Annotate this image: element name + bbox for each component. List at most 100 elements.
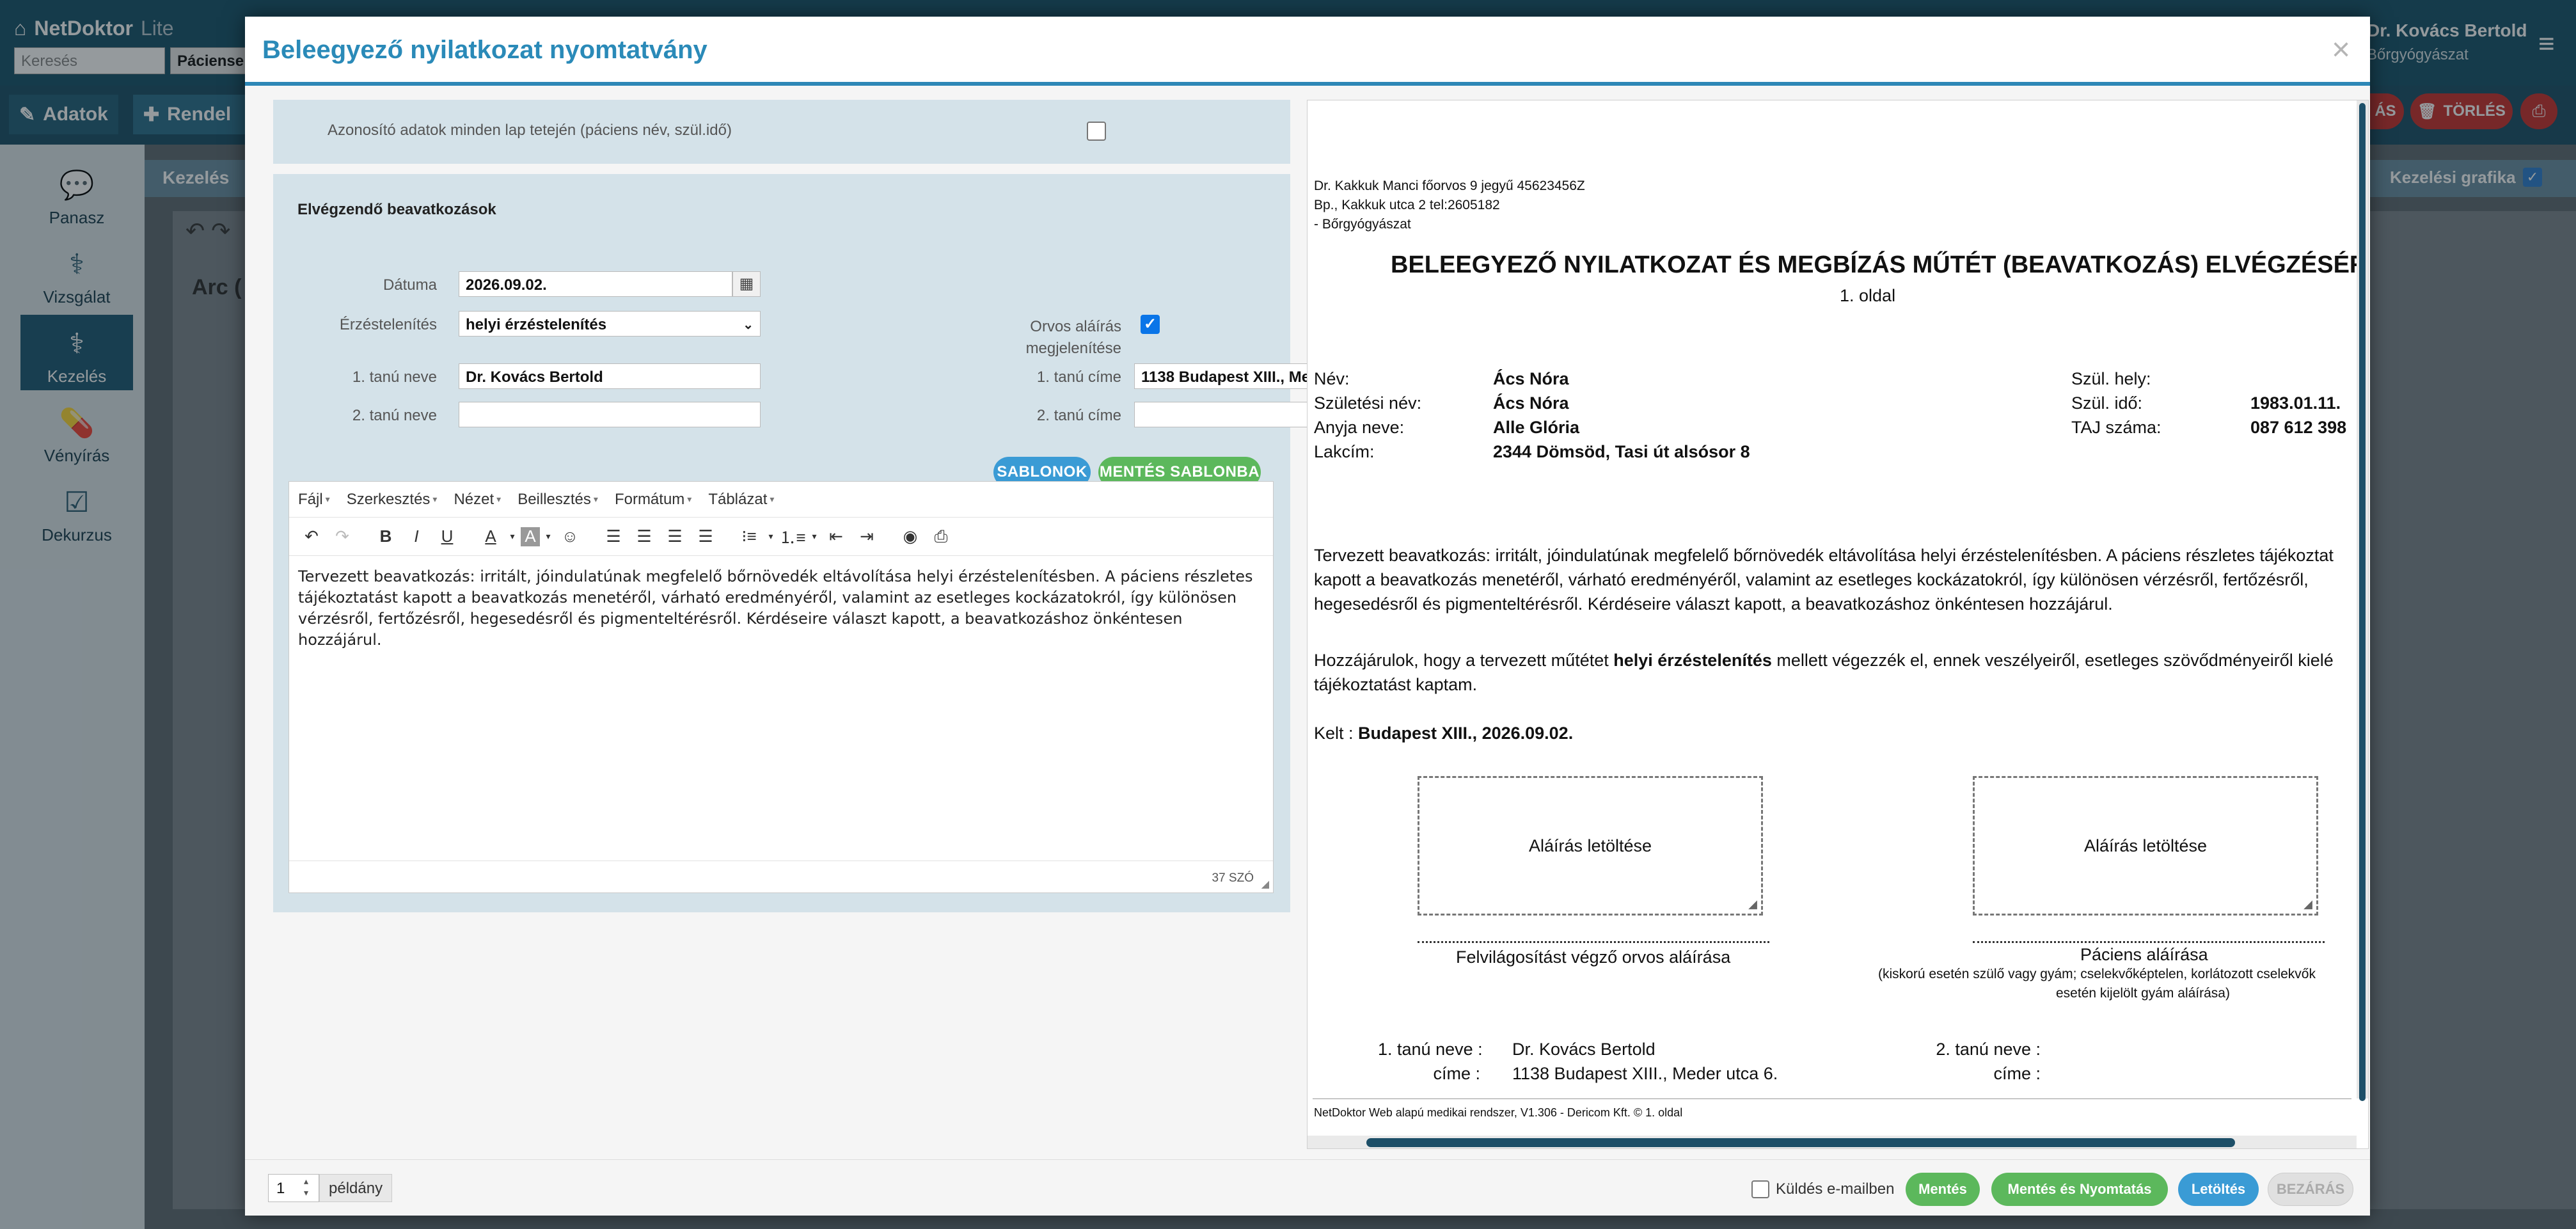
witness1-name-input[interactable]: Dr. Kovács Bertold (459, 363, 761, 389)
patient-name: Ács Nóra (1493, 369, 1569, 388)
menu-edit-label: Szerkesztés (346, 490, 431, 508)
outdent-icon[interactable]: ⇤ (823, 523, 849, 550)
bullet-list-icon[interactable]: ⁝≡ (736, 523, 763, 550)
redo-icon[interactable]: ↷ (329, 523, 356, 550)
consent-modal: Beleegyező nyilatkozat nyomtatvány × Azo… (245, 17, 2370, 1216)
menu-table[interactable]: Táblázat ▾ (708, 491, 774, 509)
witness2-name-label: 2. tanú neve (352, 407, 437, 424)
email-label: Küldés e-mailben (1776, 1180, 1895, 1198)
doctor-signature-label-line2: megjelenítése (1025, 340, 1121, 357)
witness1-name: Dr. Kovács Bertold (1512, 1040, 1655, 1059)
word-count: 37 SZÓ (1212, 871, 1254, 885)
modal-title: Beleegyező nyilatkozat nyomtatvány (262, 36, 707, 64)
align-left-icon[interactable]: ☰ (600, 523, 627, 550)
taj-number: 087 612 398 (2250, 418, 2347, 437)
patient-signature-download: Aláírás letöltése (2083, 836, 2208, 855)
menu-file-label: Fájl (298, 490, 323, 508)
kelt-value: Budapest XIII., 2026.09.02. (1358, 724, 1574, 743)
menu-format-label: Formátum (614, 490, 685, 508)
page-label: 1. oldal (1840, 286, 1896, 305)
chevron-down-icon[interactable]: ▾ (508, 523, 517, 550)
date-input[interactable]: 2026.09.02. (459, 271, 732, 297)
patient-signature-line (1973, 941, 2325, 943)
id-header-option: Azonosító adatok minden lap tetején (pác… (273, 100, 1290, 164)
download-button[interactable]: Letöltés (2178, 1173, 2259, 1206)
align-right-icon[interactable]: ☰ (661, 523, 688, 550)
undo-icon[interactable]: ↶ (298, 523, 325, 550)
email-checkbox[interactable] (1751, 1180, 1769, 1198)
section-title: Elvégzendő beavatkozások (297, 201, 496, 218)
chevron-down-icon[interactable]: ▾ (810, 523, 819, 550)
close-icon[interactable]: × (2332, 31, 2350, 68)
doctor-signature-caption: Felvilágosítást végző orvos aláírása (1456, 948, 1731, 967)
copies-label: példány (319, 1174, 393, 1202)
bold-icon[interactable]: B (372, 523, 399, 550)
indent-icon[interactable]: ⇥ (853, 523, 880, 550)
chevron-down-icon: ▾ (687, 494, 692, 504)
close-button[interactable]: BEZÁRÁS (2268, 1173, 2353, 1206)
resize-handle-icon: ◢ (2303, 898, 2312, 910)
editor-content[interactable]: Tervezett beavatkozás: irritált, jóindul… (298, 566, 1264, 651)
procedure-text-line3: hegesedésről és pigmentеltérésről. Kérdé… (1314, 594, 2113, 614)
birth-place-label: Szül. hely: (2071, 369, 2151, 388)
preview-horizontal-scroll-thumb[interactable] (1366, 1138, 2235, 1147)
document-title: BELEEGYEZŐ NYILATKOZAT ÉS MEGBÍZÁS MŰTÉT… (1391, 251, 2369, 278)
editor-toolbar: ↶ ↷ B I U A ▾ A ▾ ☺ ☰ ☰ ☰ ☰ ⁝≡ ▾ ⒈≡ ▾ ⇤ … (289, 518, 1273, 556)
preview-icon[interactable]: ◉ (897, 523, 924, 550)
birth-name-label: Születési név: (1314, 393, 1422, 413)
menu-view[interactable]: Nézet ▾ (454, 491, 501, 509)
save-and-print-button[interactable]: Mentés és Nyomtatás (1991, 1173, 2168, 1206)
witness2-address-label: 2. tanú címe (1036, 407, 1121, 424)
underline-icon[interactable]: U (434, 523, 461, 550)
witness1-address: 1138 Budapest XIII., Meder utca 6. (1512, 1064, 1778, 1083)
preview-vertical-scroll-thumb[interactable] (2359, 103, 2366, 1101)
chevron-down-icon: ▾ (432, 494, 438, 504)
menu-view-label: Nézet (454, 490, 494, 508)
stepper-icon[interactable]: ▴ ▾ (304, 1175, 308, 1198)
kelt-label: Kelt : (1314, 724, 1359, 743)
witness1-address-label: címe : (1433, 1064, 1480, 1083)
print-icon[interactable]: ⎙ (928, 523, 954, 550)
anesthesia-select[interactable]: helyi érzéstelenítés ⌄ (459, 311, 761, 337)
numbered-list-icon[interactable]: ⒈≡ (779, 523, 806, 550)
menu-edit[interactable]: Szerkesztés ▾ (347, 491, 438, 509)
text-color-icon[interactable]: A (477, 523, 504, 550)
doctor-header-line1: Dr. Kakkuk Manci főorvos 9 jegyű 4562345… (1314, 178, 1585, 193)
menu-insert[interactable]: Beillesztés ▾ (518, 491, 598, 509)
chevron-down-icon: ▾ (325, 494, 330, 504)
menu-file[interactable]: Fájl ▾ (298, 491, 330, 509)
patient-signature-caption: Páciens aláírása (2080, 945, 2208, 964)
resize-handle-icon[interactable]: ◢ (1261, 878, 1269, 891)
modal-footer: 1 ▴ ▾ példány Küldés e-mailben Mentés Men… (245, 1159, 2370, 1216)
id-header-checkbox[interactable] (1087, 122, 1106, 141)
witness2-name-label: 2. tanú neve : (1936, 1040, 2041, 1059)
patient-signature-note-line2: esetén kijelölt gyám aláírása) (2056, 986, 2230, 1001)
date-label: Dátuma (383, 276, 437, 294)
birth-date: 1983.01.11. (2250, 393, 2341, 413)
align-center-icon[interactable]: ☰ (631, 523, 658, 550)
procedure-text-line1: Tervezett beavatkozás: irritált, jóindul… (1314, 546, 2334, 565)
chevron-down-icon[interactable]: ▾ (544, 523, 553, 550)
highlight-color-icon[interactable]: A (521, 527, 540, 546)
procedure-text-line2: kapott a beavatkozás menetéről, várható … (1314, 570, 2309, 589)
doctor-signature-checkbox[interactable]: ✓ (1141, 315, 1160, 334)
emoji-icon[interactable]: ☺ (557, 523, 583, 550)
doctor-signature-box[interactable]: Aláírás letöltése ◢ (1418, 776, 1763, 916)
copies-input[interactable]: 1 (268, 1174, 319, 1202)
witness2-name-input[interactable] (459, 402, 761, 427)
save-button[interactable]: Mentés (1906, 1173, 1980, 1206)
chevron-down-icon: ▾ (496, 494, 502, 504)
witness1-name-label: 1. tanú neve (352, 369, 437, 386)
patient-signature-note-line1: (kiskorú esetén szülő vagy gyám; cselekv… (1878, 967, 2316, 981)
chevron-down-icon[interactable]: ▾ (766, 523, 775, 550)
italic-icon[interactable]: I (403, 523, 430, 550)
rich-text-editor: Fájl ▾ Szerkesztés ▾ Nézet ▾ Beillesztés ▾ F… (288, 481, 1274, 893)
calendar-icon[interactable]: ▦ (732, 271, 761, 297)
witness2-address-label: címe : (1993, 1064, 2041, 1083)
menu-format[interactable]: Formátum ▾ (615, 491, 691, 509)
chevron-down-icon: ⌄ (743, 318, 754, 332)
editor-menubar: Fájl ▾ Szerkesztés ▾ Nézet ▾ Beillesztés ▾ F… (289, 482, 1273, 518)
patient-signature-box[interactable]: Aláírás letöltése ◢ (1973, 776, 2318, 916)
align-justify-icon[interactable]: ☰ (692, 523, 719, 550)
mother-name-label: Anyja neve: (1314, 418, 1405, 437)
